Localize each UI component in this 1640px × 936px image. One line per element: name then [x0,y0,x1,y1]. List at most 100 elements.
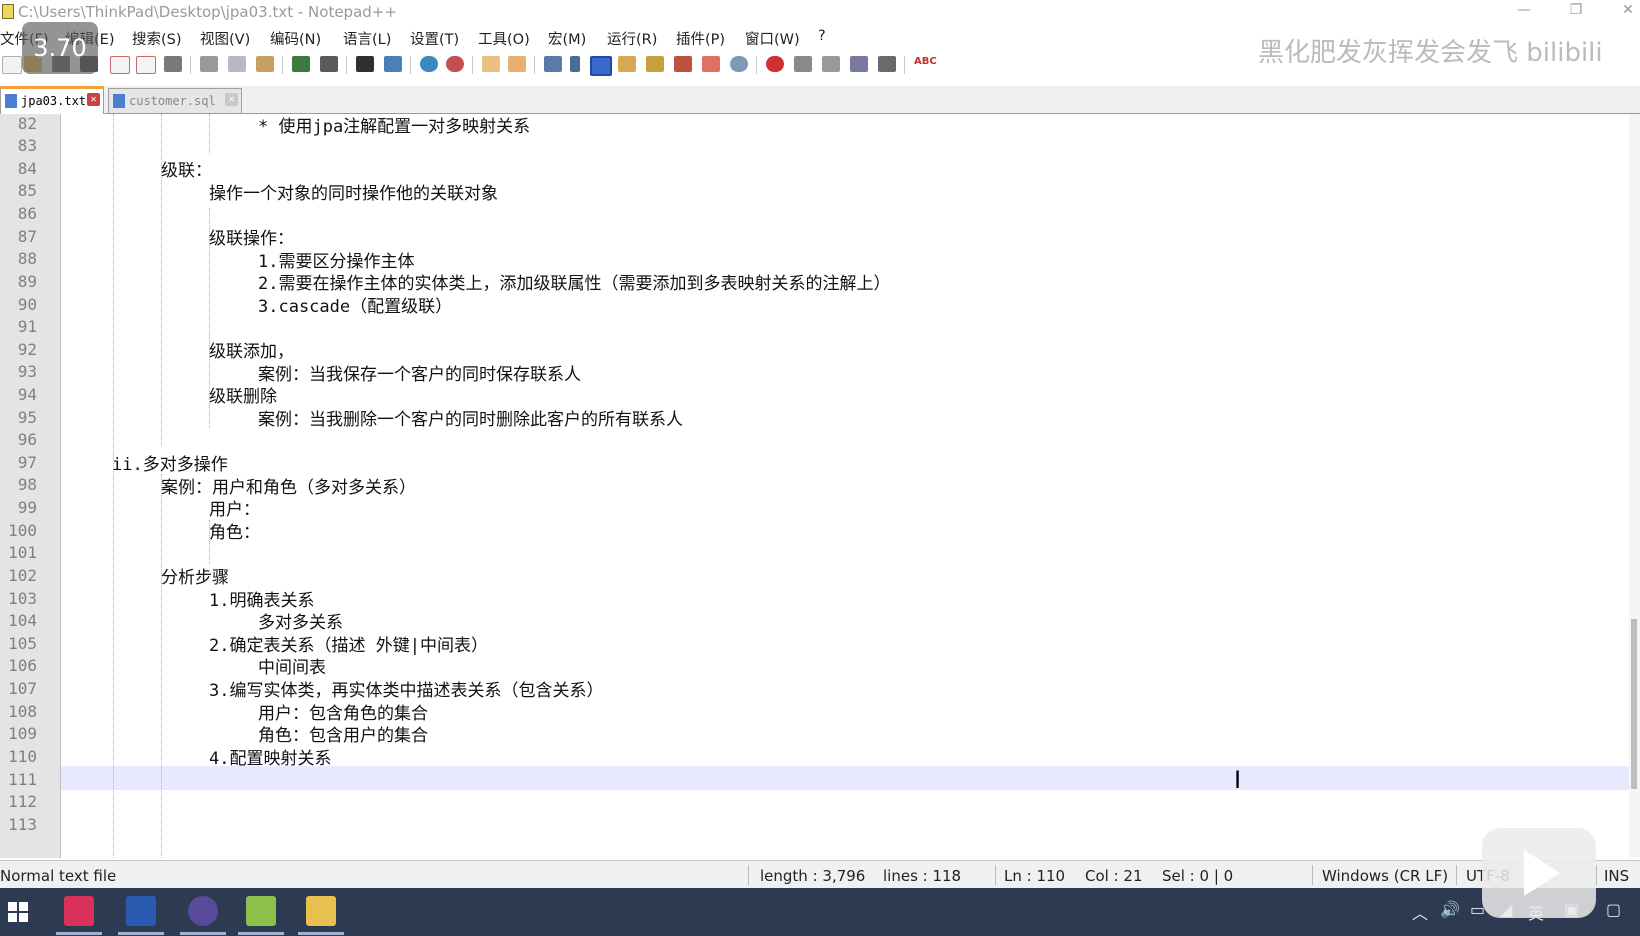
line-number: 104 [8,611,37,630]
tab-jpa03[interactable]: jpa03.txt ✕ [0,86,104,115]
notification-icon[interactable]: ▢ [1606,900,1621,919]
folder-workspace-icon[interactable] [702,56,720,72]
copy-icon[interactable] [228,56,246,72]
menu-window[interactable]: 窗口(W) [745,28,800,49]
line-number: 113 [8,815,37,834]
code-line: 案例：用户和角色（多对多关系） [161,478,416,498]
code-line: 角色： [209,523,260,543]
close-all-icon[interactable] [136,56,156,74]
indent-guide [161,474,162,858]
doc-map-icon[interactable] [674,56,692,72]
menu-language[interactable]: 语言(L) [343,28,391,49]
menu-help[interactable]: ? [818,28,826,44]
taskbar: ︿ 🔊 ▭ ◢ 英 ▣ ▢ [0,888,1640,936]
word-wrap-icon[interactable] [544,56,562,72]
scrollbar-thumb[interactable] [1631,619,1637,789]
print-icon[interactable] [164,56,182,72]
tab-bar: jpa03.txt ✕ customer.sql ✕ [0,86,1640,115]
code-line: 4.配置映射关系 [209,749,332,769]
code-line: 用户： [209,500,260,520]
undo-icon[interactable] [292,56,310,72]
menu-tools[interactable]: 工具(O) [478,28,530,49]
menu-macro[interactable]: 宏(M) [548,28,586,49]
file-saved-icon [113,94,125,108]
restore-button[interactable]: ❐ [1564,2,1588,20]
playback-speed-badge: 3.70 [22,22,98,74]
current-line-highlight [61,766,1631,790]
line-number: 91 [17,317,37,336]
language-icon[interactable] [618,56,636,72]
show-all-chars-icon[interactable] [570,56,580,72]
line-number: 87 [17,227,37,246]
text-cursor-icon: I [1234,766,1242,794]
tab-close-icon[interactable]: ✕ [87,93,100,106]
sync-vertical-icon[interactable] [482,56,500,72]
menu-encoding[interactable]: 编码(N) [270,28,321,49]
close-icon[interactable] [110,56,130,74]
replace-icon[interactable] [384,56,402,72]
play-macro-icon[interactable] [822,56,840,72]
close-window-button[interactable]: ✕ [1616,2,1640,20]
indent-guide-icon[interactable] [590,56,612,76]
function-list-icon[interactable] [646,56,664,72]
code-line: 2.确定表关系（描述 外键|中间表） [209,636,488,656]
word-icon[interactable] [126,896,156,926]
record-macro-icon[interactable] [766,56,784,72]
line-number: 89 [17,272,37,291]
minimize-button[interactable]: — [1512,2,1536,20]
line-number: 101 [8,543,37,562]
file-explorer-icon[interactable] [306,896,336,926]
tab-close-icon[interactable]: ✕ [225,93,238,106]
status-file-type: Normal text file [0,867,117,885]
save-macro-icon[interactable] [878,56,896,72]
line-number: 97 [17,453,37,472]
sync-horizontal-icon[interactable] [508,56,526,72]
file-saved-icon [5,94,17,108]
run-macro-multiple-icon[interactable] [850,56,868,72]
zoom-out-icon[interactable] [446,56,464,72]
stop-record-icon[interactable] [794,56,812,72]
menu-settings[interactable]: 设置(T) [410,28,459,49]
code-line: ii.多对多操作 [112,455,228,475]
menu-search[interactable]: 搜索(S) [132,28,182,49]
code-line: 3.cascade（配置级联） [258,297,453,317]
play-button[interactable] [1482,828,1596,918]
line-number: 99 [17,498,37,517]
spell-check-icon[interactable]: ABC [914,56,940,72]
line-number: 98 [17,475,37,494]
running-indicator [118,932,164,935]
tray-expand-icon[interactable]: ︿ [1412,900,1428,924]
line-number: 106 [8,656,37,675]
windows-start-icon[interactable] [8,902,28,922]
code-line: 多对多关系 [258,613,343,633]
zoom-in-icon[interactable] [420,56,438,72]
menu-plugins[interactable]: 插件(P) [676,28,725,49]
monitor-icon[interactable] [730,56,748,72]
code-line: 级联删除 [209,387,277,407]
line-number: 96 [17,430,37,449]
menu-view[interactable]: 视图(V) [200,28,250,49]
find-icon[interactable] [356,56,374,72]
menu-run[interactable]: 运行(R) [607,28,657,49]
line-number: 90 [17,295,37,314]
line-number: 107 [8,679,37,698]
cut-icon[interactable] [200,56,218,72]
intellij-icon[interactable] [64,896,94,926]
notepadpp-icon[interactable] [246,896,276,926]
eclipse-icon[interactable] [188,896,218,926]
redo-icon[interactable] [320,56,338,72]
editor-area[interactable]: 82 83 84 85 86 87 88 89 90 91 92 93 94 9… [0,114,1640,858]
line-number: 85 [17,181,37,200]
volume-icon[interactable]: 🔊 [1440,900,1460,919]
line-number: 84 [17,159,37,178]
status-eol[interactable]: Windows (CR LF) [1322,867,1448,885]
line-number: 83 [17,136,37,155]
status-length: length : 3,796 [760,867,866,885]
tab-label: customer.sql [129,94,216,108]
new-file-icon[interactable] [2,56,22,74]
paste-icon[interactable] [256,56,274,72]
status-bar: Normal text file length : 3,796 lines : … [0,860,1640,889]
vertical-scrollbar[interactable] [1629,114,1640,858]
play-icon [1524,850,1560,896]
tab-customer-sql[interactable]: customer.sql ✕ [108,88,242,113]
